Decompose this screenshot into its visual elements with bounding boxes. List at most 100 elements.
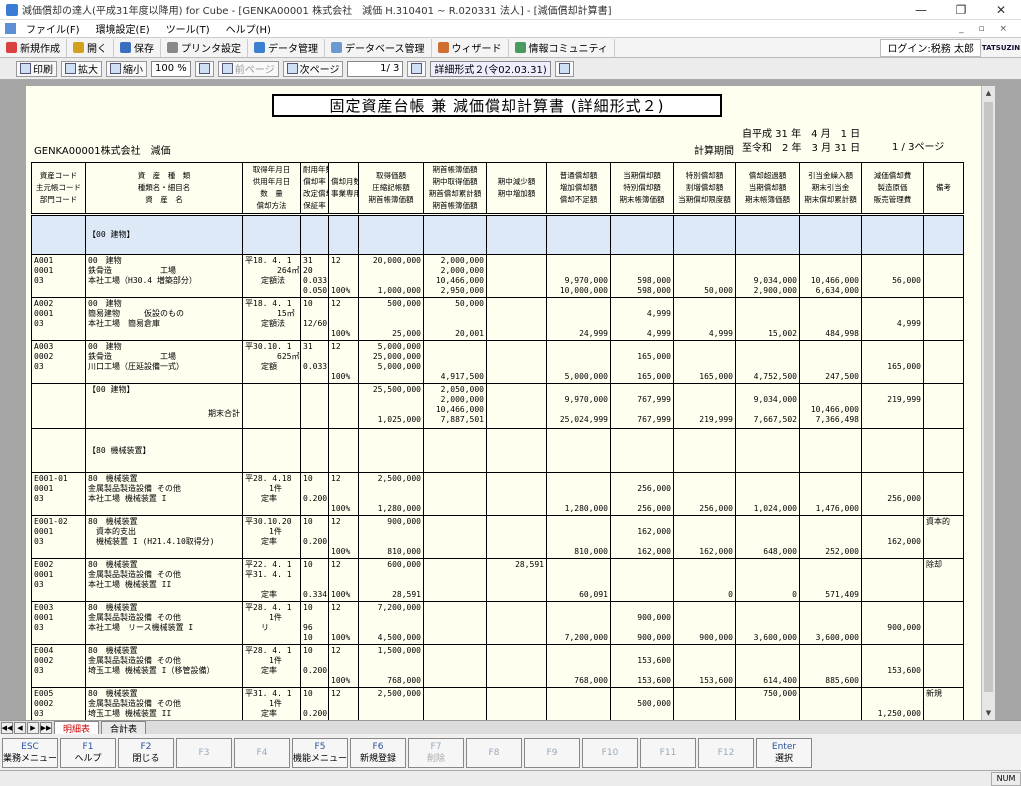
group-name: 【00 建物】 bbox=[85, 213, 243, 255]
fkey-code: F12 bbox=[717, 748, 735, 758]
menu-file[interactable]: ファイル(F) bbox=[18, 21, 88, 36]
table-cell bbox=[31, 213, 86, 255]
fkey-f11-button[interactable]: F11 bbox=[640, 738, 696, 768]
fkey-enter-button[interactable]: Enter 選択 bbox=[756, 738, 812, 768]
table-cell bbox=[923, 297, 964, 341]
format-selector[interactable]: 詳細形式２(令02.03.31) bbox=[430, 60, 551, 77]
zoom-value-field[interactable]: 100 % bbox=[151, 60, 191, 77]
table-row[interactable]: E002 0001 03 80 機械装置 金属製品製造設備 その他 本社工場 機械… bbox=[31, 558, 964, 602]
fkey-f3-button[interactable]: F3 bbox=[176, 738, 232, 768]
table-cell: 31 20 0.033 0.050 bbox=[300, 254, 329, 298]
save-button[interactable]: 保存 bbox=[114, 38, 161, 57]
maximize-button[interactable]: ❐ bbox=[941, 0, 981, 20]
prev-page-icon bbox=[221, 63, 233, 74]
table-cell: 10 0.200 bbox=[300, 687, 329, 720]
period-to: 至令和 2 年 3 月 31 日 bbox=[742, 143, 861, 154]
table-cell bbox=[923, 644, 964, 688]
fkey-f1-button[interactable]: F1 ヘルプ bbox=[60, 738, 116, 768]
table-cell: 80 機械装置 金属製品製造設備 その他 埼玉工場 機械装置 I（移管設備） bbox=[85, 644, 243, 688]
tab-next-icon[interactable]: ▶ bbox=[27, 722, 39, 734]
tab-summary[interactable]: 合計表 bbox=[101, 721, 147, 735]
table-row[interactable]: E005 0002 03 80 機械装置 金属製品製造設備 その他 埼玉工場 機械… bbox=[31, 687, 964, 720]
fkey-f7-button[interactable]: F7 削除 bbox=[408, 738, 464, 768]
close-button[interactable]: ✕ bbox=[981, 0, 1021, 20]
table-row[interactable]: E001-01 0001 03 80 機械装置 金属製品製造設備 その他 本社工場… bbox=[31, 472, 964, 516]
scroll-up-icon[interactable]: ▲ bbox=[982, 86, 995, 100]
table-cell: 12 100% bbox=[328, 687, 359, 720]
scroll-down-icon[interactable]: ▼ bbox=[982, 706, 995, 720]
table-cell: 00 建物 鉄骨造 工場 川口工場（圧延設備一式） bbox=[85, 340, 243, 384]
column-header: 減価償却費 製造原価 販売管理費 bbox=[861, 162, 924, 215]
menu-settings[interactable]: 環境設定(E) bbox=[88, 21, 158, 36]
table-cell: 80 機械装置 金属製品製造設備 その他 本社工場 機械装置 I bbox=[85, 472, 243, 516]
table-cell: 9,970,000 10,000,000 bbox=[546, 254, 611, 298]
table-cell bbox=[923, 472, 964, 516]
table-cell: 10,466,000 7,366,498 bbox=[799, 383, 862, 429]
table-cell: 平28. 4.18 1件 定率 bbox=[242, 472, 301, 516]
table-row[interactable]: E003 0001 03 80 機械装置 金属製品製造設備 その他 本社工場 リー… bbox=[31, 601, 964, 645]
tab-detail[interactable]: 明細表 bbox=[54, 721, 100, 735]
fkey-f12-button[interactable]: F12 bbox=[698, 738, 754, 768]
format-settings-button[interactable] bbox=[554, 60, 574, 77]
table-cell: 5,000,000 bbox=[546, 340, 611, 384]
fkey-label: ヘルプ bbox=[74, 754, 102, 764]
table-cell bbox=[328, 383, 359, 429]
zoom-out-button[interactable]: 縮小 bbox=[106, 60, 147, 77]
new-file-button[interactable]: 新規作成 bbox=[0, 38, 67, 57]
table-cell: 5,000,000 25,000,000 5,000,000 bbox=[358, 340, 424, 384]
fkey-f4-button[interactable]: F4 bbox=[234, 738, 290, 768]
next-page-button[interactable]: 次ページ bbox=[282, 60, 344, 77]
table-row[interactable]: E001-02 0001 03 80 機械装置 資本的支出 機械装置 I (H21… bbox=[31, 515, 964, 559]
tab-last-icon[interactable]: ▶▶ bbox=[40, 722, 52, 734]
menu-tools[interactable]: ツール(T) bbox=[158, 21, 218, 36]
table-cell bbox=[923, 428, 964, 473]
table-cell bbox=[546, 687, 611, 720]
table-row[interactable]: E004 0002 03 80 機械装置 金属製品製造設備 その他 埼玉工場 機械… bbox=[31, 644, 964, 688]
wizard-button[interactable]: ウィザード bbox=[432, 38, 509, 57]
menu-help[interactable]: ヘルプ(H) bbox=[218, 21, 279, 36]
sheet-tab-bar: ◀◀ ◀ ▶ ▶▶ 明細表 合計表 bbox=[0, 720, 1021, 735]
minimize-button[interactable]: — bbox=[901, 0, 941, 20]
table-cell: 12 100% bbox=[328, 515, 359, 559]
zoom-in-button[interactable]: 拡大 bbox=[61, 60, 102, 77]
scroll-thumb[interactable] bbox=[984, 102, 993, 692]
fkey-f6-button[interactable]: F6 新規登録 bbox=[350, 738, 406, 768]
data-management-button[interactable]: データ管理 bbox=[248, 38, 325, 57]
fkey-f8-button[interactable]: F8 bbox=[466, 738, 522, 768]
open-button[interactable]: 開く bbox=[67, 38, 114, 57]
print-button[interactable]: 印刷 bbox=[16, 60, 57, 77]
status-bar: NUM bbox=[0, 770, 1021, 786]
table-cell bbox=[923, 340, 964, 384]
fkey-f10-button[interactable]: F10 bbox=[582, 738, 638, 768]
fkey-f5-button[interactable]: F5 機能メニュー bbox=[292, 738, 348, 768]
table-row[interactable]: A003 0002 03 00 建物 鉄骨造 工場 川口工場（圧延設備一式） 平30… bbox=[31, 340, 964, 384]
table-cell: 252,000 bbox=[799, 515, 862, 559]
fkey-f9-button[interactable]: F9 bbox=[524, 738, 580, 768]
table-cell: 1,476,000 bbox=[799, 472, 862, 516]
table-row[interactable]: A002 0001 03 00 建物 簡易建物 仮設のもの 本社工場 簡易倉庫 平1… bbox=[31, 297, 964, 341]
goto-page-button[interactable] bbox=[407, 60, 427, 77]
table-cell bbox=[423, 213, 487, 255]
table-cell bbox=[242, 383, 301, 429]
table-row[interactable]: A001 0001 03 00 建物 鉄骨造 工場 本社工場（H30.4 増築部分… bbox=[31, 254, 964, 298]
zoom-apply-button[interactable] bbox=[194, 60, 214, 77]
table-cell: 153,600 bbox=[861, 644, 924, 688]
mdi-window-controls[interactable]: _ ▫ × bbox=[959, 24, 1021, 34]
fkey-code: F3 bbox=[198, 748, 210, 758]
report-page: 固定資産台帳 兼 減価償却計算書 (詳細形式２) GENKA00001株式会社 … bbox=[26, 86, 981, 720]
tab-first-icon[interactable]: ◀◀ bbox=[1, 722, 13, 734]
database-management-button[interactable]: データベース管理 bbox=[325, 38, 432, 57]
info-community-icon bbox=[514, 42, 526, 53]
page-number-field[interactable]: 1/ 3 bbox=[347, 60, 404, 77]
fkey-f2-button[interactable]: F2 閉じる bbox=[118, 738, 174, 768]
info-community-button[interactable]: 情報コミュニティ bbox=[509, 38, 615, 57]
vertical-scrollbar[interactable]: ▲ ▼ bbox=[981, 86, 995, 720]
printer-settings-icon bbox=[167, 42, 178, 53]
table-cell: 571,409 bbox=[799, 558, 862, 602]
fkey-esc-button[interactable]: ESC 業務メニュー bbox=[2, 738, 58, 768]
prev-page-button[interactable]: 前ページ bbox=[217, 60, 279, 77]
period-label: 計算期間 bbox=[694, 146, 734, 157]
printer-settings-button[interactable]: プリンタ設定 bbox=[161, 38, 248, 57]
table-cell: 900,000 bbox=[861, 601, 924, 645]
tab-prev-icon[interactable]: ◀ bbox=[14, 722, 26, 734]
